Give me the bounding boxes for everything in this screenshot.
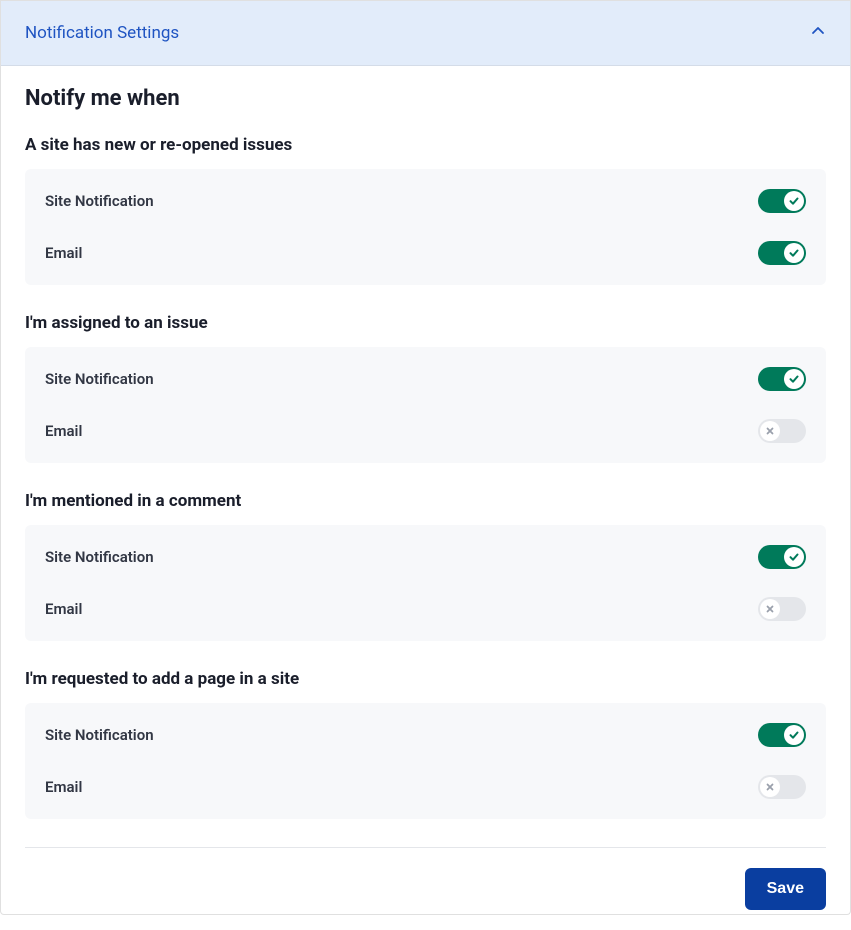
group-title: I'm assigned to an issue	[25, 313, 826, 333]
check-icon	[784, 547, 804, 567]
row-label: Email	[45, 422, 82, 440]
row-label: Email	[45, 244, 82, 262]
check-icon	[784, 369, 804, 389]
row-email: Email	[25, 405, 826, 457]
group-new-issues: A site has new or re-opened issues Site …	[25, 135, 826, 285]
row-label: Email	[45, 778, 82, 796]
toggle-site-notification[interactable]	[758, 545, 806, 569]
row-label: Site Notification	[45, 726, 154, 744]
group-title: I'm mentioned in a comment	[25, 491, 826, 511]
toggle-email[interactable]	[758, 775, 806, 799]
x-icon	[760, 599, 780, 619]
check-icon	[784, 191, 804, 211]
group-mentioned-comment: I'm mentioned in a comment Site Notifica…	[25, 491, 826, 641]
chevron-up-icon	[810, 23, 826, 43]
row-site-notification: Site Notification	[25, 175, 826, 227]
row-email: Email	[25, 761, 826, 813]
group-title: A site has new or re-opened issues	[25, 135, 826, 155]
toggle-email[interactable]	[758, 419, 806, 443]
accordion-header[interactable]: Notification Settings	[1, 0, 850, 66]
row-label: Email	[45, 600, 82, 618]
row-label: Site Notification	[45, 548, 154, 566]
row-label: Site Notification	[45, 370, 154, 388]
toggle-email[interactable]	[758, 597, 806, 621]
group-body: Site Notification Email	[25, 525, 826, 641]
check-icon	[784, 725, 804, 745]
toggle-site-notification[interactable]	[758, 723, 806, 747]
row-label: Site Notification	[45, 192, 154, 210]
x-icon	[760, 777, 780, 797]
group-assigned-issue: I'm assigned to an issue Site Notificati…	[25, 313, 826, 463]
row-email: Email	[25, 227, 826, 279]
section-title: Notify me when	[25, 86, 826, 111]
group-body: Site Notification Email	[25, 703, 826, 819]
row-email: Email	[25, 583, 826, 635]
check-icon	[784, 243, 804, 263]
toggle-email[interactable]	[758, 241, 806, 265]
divider	[25, 847, 826, 848]
accordion-title: Notification Settings	[25, 23, 179, 43]
group-body: Site Notification Email	[25, 347, 826, 463]
save-button[interactable]: Save	[745, 868, 826, 910]
toggle-site-notification[interactable]	[758, 367, 806, 391]
row-site-notification: Site Notification	[25, 531, 826, 583]
footer: Save	[25, 868, 826, 910]
group-body: Site Notification Email	[25, 169, 826, 285]
group-requested-add-page: I'm requested to add a page in a site Si…	[25, 669, 826, 819]
content-area: Notify me when A site has new or re-open…	[1, 66, 850, 930]
x-icon	[760, 421, 780, 441]
row-site-notification: Site Notification	[25, 353, 826, 405]
settings-panel: Notification Settings Notify me when A s…	[0, 0, 851, 915]
group-title: I'm requested to add a page in a site	[25, 669, 826, 689]
toggle-site-notification[interactable]	[758, 189, 806, 213]
row-site-notification: Site Notification	[25, 709, 826, 761]
